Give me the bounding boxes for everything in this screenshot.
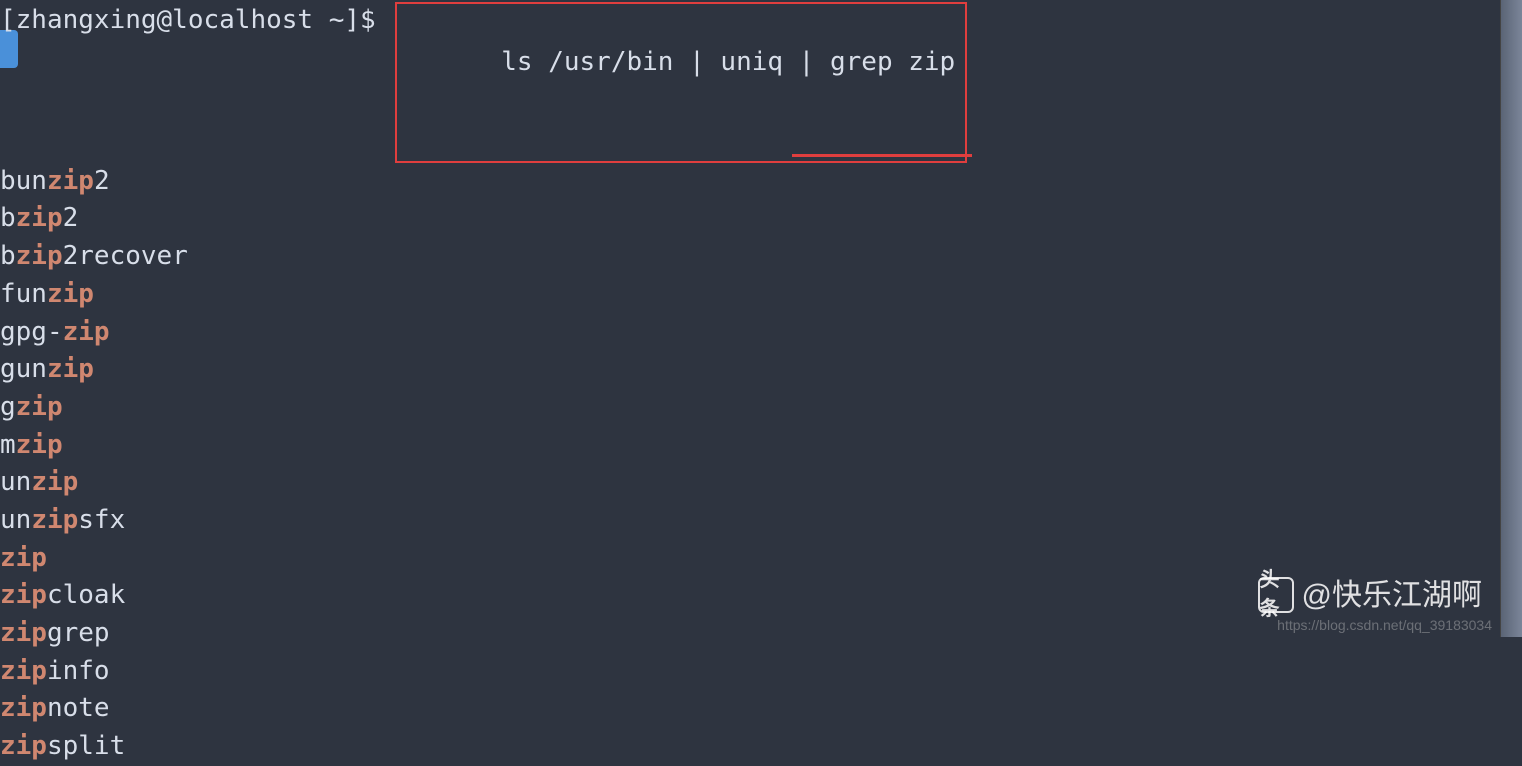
output-prefix: g <box>0 392 16 422</box>
grep-match: zip <box>0 731 47 761</box>
output-suffix: grep <box>47 618 110 648</box>
output-prefix: un <box>0 467 31 497</box>
watermark-text: @快乐江湖啊 <box>1302 574 1482 618</box>
output-suffix: split <box>47 731 125 761</box>
terminal-output: bunzip2bzip2bzip2recoverfunzipgpg-zipgun… <box>0 163 1522 766</box>
output-line: zipnote <box>0 690 1522 728</box>
output-line: zip <box>0 540 1522 578</box>
grep-match: zip <box>31 505 78 535</box>
output-suffix: info <box>47 656 110 686</box>
vertical-scrollbar[interactable] <box>1500 0 1522 637</box>
grep-match: zip <box>0 656 47 686</box>
output-line: gpg-zip <box>0 314 1522 352</box>
output-suffix: cloak <box>47 580 125 610</box>
output-prefix: gpg- <box>0 317 63 347</box>
grep-match: zip <box>16 241 63 271</box>
grep-match: zip <box>16 430 63 460</box>
grep-underline <box>792 154 972 157</box>
output-suffix: 2 <box>63 203 79 233</box>
grep-match: zip <box>31 467 78 497</box>
grep-match: zip <box>47 166 94 196</box>
grep-match: zip <box>47 354 94 384</box>
output-line: gunzip <box>0 351 1522 389</box>
output-prefix: b <box>0 241 16 271</box>
grep-match: zip <box>63 317 110 347</box>
output-prefix: b <box>0 203 16 233</box>
output-suffix: 2 <box>94 166 110 196</box>
shell-prompt: [zhangxing@localhost ~]$ <box>0 2 391 40</box>
output-line: zipinfo <box>0 653 1522 691</box>
output-line: unzip <box>0 464 1522 502</box>
output-line: zipsplit <box>0 728 1522 766</box>
output-line: gzip <box>0 389 1522 427</box>
terminal-window[interactable]: [zhangxing@localhost ~]$ ls /usr/bin | u… <box>0 0 1522 766</box>
output-prefix: gun <box>0 354 47 384</box>
output-line: bzip2recover <box>0 238 1522 276</box>
output-line: funzip <box>0 276 1522 314</box>
output-prefix: fun <box>0 279 47 309</box>
command-prompt-line: [zhangxing@localhost ~]$ ls /usr/bin | u… <box>0 2 1522 163</box>
grep-match: zip <box>0 580 47 610</box>
command-text: ls /usr/bin | uniq | grep zip <box>501 47 955 77</box>
grep-match: zip <box>16 203 63 233</box>
output-prefix: m <box>0 430 16 460</box>
command-highlight-box: ls /usr/bin | uniq | grep zip <box>395 2 967 163</box>
watermark: 头条 @快乐江湖啊 <box>1258 574 1482 618</box>
grep-match: zip <box>0 693 47 723</box>
output-line: bunzip2 <box>0 163 1522 201</box>
grep-match: zip <box>0 618 47 648</box>
grep-match: zip <box>0 543 47 573</box>
grep-match: zip <box>47 279 94 309</box>
output-line: unzipsfx <box>0 502 1522 540</box>
output-line: bzip2 <box>0 200 1522 238</box>
watermark-url: https://blog.csdn.net/qq_39183034 <box>1277 615 1492 635</box>
output-line: mzip <box>0 427 1522 465</box>
output-suffix: sfx <box>78 505 125 535</box>
output-prefix: un <box>0 505 31 535</box>
grep-match: zip <box>16 392 63 422</box>
output-prefix: bun <box>0 166 47 196</box>
output-suffix: 2recover <box>63 241 188 271</box>
watermark-icon: 头条 <box>1258 577 1294 613</box>
output-suffix: note <box>47 693 110 723</box>
